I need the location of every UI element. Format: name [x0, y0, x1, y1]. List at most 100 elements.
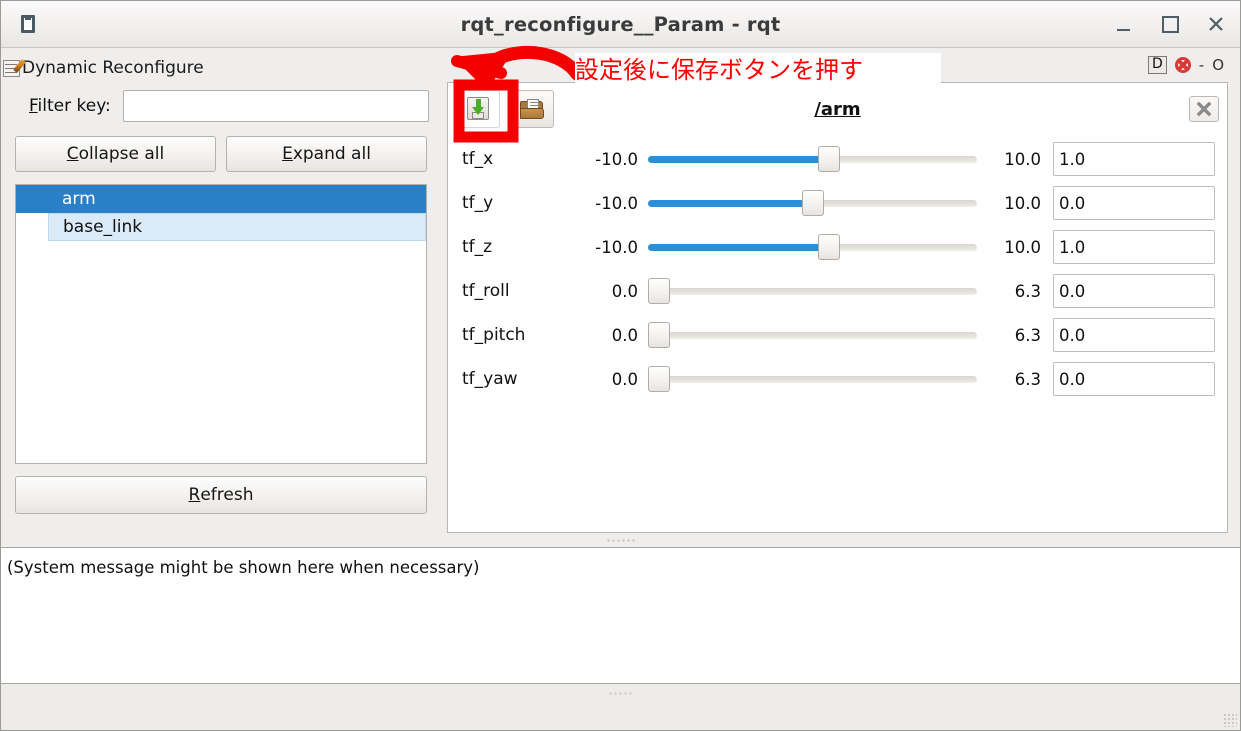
title-bar: rqt_reconfigure__Param - rqt	[1, 1, 1240, 48]
parameter-row: tf_roll 0.0 6.3	[462, 269, 1215, 313]
filter-row: Filter key:	[1, 82, 441, 122]
parameter-max: 10.0	[1004, 193, 1041, 213]
namespace-title: /arm	[448, 99, 1227, 120]
pencil-edit-icon	[3, 59, 20, 77]
header-extra: O	[1212, 56, 1224, 74]
parameter-name: tf_y	[462, 193, 494, 213]
header-dash: -	[1198, 56, 1205, 74]
slider-fill	[648, 156, 829, 163]
close-button[interactable]	[1206, 13, 1226, 35]
dock-row: Dynamic Reconfigure Filter key: Collapse…	[1, 48, 1240, 533]
parameter-slider[interactable]	[648, 278, 977, 304]
window-controls	[1114, 13, 1226, 35]
parameter-min: -10.0	[595, 149, 638, 169]
parameter-slider[interactable]	[648, 322, 977, 348]
slider-groove	[648, 376, 977, 383]
parameter-name: tf_z	[462, 237, 493, 257]
collapse-all-label: ollapse all	[78, 144, 165, 164]
expand-all-label: xpand all	[292, 144, 371, 164]
lifebuoy-help-icon[interactable]	[1174, 57, 1191, 73]
open-folder-icon	[520, 99, 544, 119]
parameter-panel: /arm tf_x -10.0 10.0 1.0 tf_y -10.0 10.0…	[447, 82, 1228, 533]
parameter-node-tree[interactable]: arm base_link	[15, 184, 427, 464]
collapse-mnemonic: C	[66, 144, 79, 164]
expand-all-button[interactable]: Expand all	[226, 136, 427, 172]
namespace-label: /arm	[814, 98, 861, 120]
slider-fill	[648, 244, 829, 251]
parameter-max: 10.0	[1004, 149, 1041, 169]
expand-mnemonic: E	[282, 144, 293, 164]
parameter-slider[interactable]	[648, 234, 977, 260]
minimize-button[interactable]	[1114, 13, 1134, 35]
parameter-max: 6.3	[1014, 281, 1041, 301]
parameter-row: tf_z -10.0 10.0	[462, 225, 1215, 269]
tree-item-label: base_link	[63, 217, 143, 237]
collapse-all-button[interactable]: Collapse all	[15, 136, 216, 172]
slider-handle[interactable]	[801, 190, 824, 216]
save-floppy-disk-icon	[466, 97, 490, 121]
slider-groove	[648, 288, 977, 295]
parameter-value-input[interactable]	[1053, 230, 1215, 264]
system-message-text: (System message might be shown here when…	[7, 558, 480, 577]
slider-handle[interactable]	[817, 146, 840, 172]
refresh-label: efresh	[200, 485, 254, 505]
parameter-value-input[interactable]	[1053, 318, 1215, 352]
tree-item-base-link[interactable]: base_link	[48, 213, 426, 241]
parameter-value-input[interactable]	[1053, 142, 1215, 176]
parameter-toolbar: /arm	[448, 83, 1227, 131]
window-title: rqt_reconfigure__Param - rqt	[460, 12, 781, 36]
filter-key-input[interactable]	[122, 90, 429, 122]
refresh-mnemonic: R	[188, 485, 201, 505]
parameter-slider[interactable]	[648, 146, 977, 172]
parameter-min: 0.0	[611, 281, 638, 301]
slider-handle[interactable]	[648, 322, 670, 348]
dock-title-label: Dynamic Reconfigure	[22, 58, 204, 78]
parameter-name: tf_roll	[462, 281, 510, 301]
parameter-row: tf_yaw 0.0 6.3	[462, 357, 1215, 401]
parameter-value-input[interactable]	[1053, 186, 1215, 220]
tree-item-label: arm	[62, 189, 96, 209]
parameter-slider[interactable]	[648, 190, 977, 216]
tree-item-arm[interactable]: arm	[16, 185, 426, 213]
parameter-name: tf_x	[462, 149, 494, 169]
parameter-name: tf_yaw	[462, 369, 518, 389]
dock-title-bar: Dynamic Reconfigure	[1, 48, 441, 82]
parameter-min: -10.0	[595, 193, 638, 213]
slider-handle[interactable]	[648, 366, 670, 392]
close-icon	[1209, 17, 1223, 31]
slider-handle[interactable]	[817, 234, 840, 260]
dock-float-icon[interactable]: D	[1147, 56, 1167, 74]
save-config-button[interactable]	[456, 90, 500, 128]
refresh-row: Refresh	[1, 464, 441, 514]
parameter-row: tf_x -10.0 10.0	[462, 137, 1215, 181]
parameter-value-input[interactable]	[1053, 274, 1215, 308]
slider-fill	[648, 200, 813, 207]
parameter-name: tf_pitch	[462, 325, 526, 345]
slider-groove	[648, 332, 977, 339]
filter-mnemonic: F	[29, 96, 38, 116]
open-config-button[interactable]	[510, 90, 554, 128]
window-body: Dynamic Reconfigure Filter key: Collapse…	[1, 48, 1240, 730]
parameter-max: 10.0	[1004, 237, 1041, 257]
slider-handle[interactable]	[648, 278, 670, 304]
application-window: rqt_reconfigure__Param - rqt Dynamic Rec…	[0, 0, 1241, 731]
annotation-text: 設定後に保存ボタンを押す	[575, 53, 941, 87]
dynamic-reconfigure-dock: Dynamic Reconfigure Filter key: Collapse…	[1, 48, 441, 533]
horizontal-splitter[interactable]	[1, 533, 1240, 547]
parameter-min: 0.0	[611, 325, 638, 345]
tree-control-buttons: Collapse all Expand all	[1, 122, 441, 172]
filter-key-label: Filter key:	[29, 96, 111, 116]
parameter-value-input[interactable]	[1053, 362, 1215, 396]
resize-grip[interactable]	[1223, 713, 1237, 727]
parameter-slider[interactable]	[648, 366, 977, 392]
parameter-max: 6.3	[1014, 325, 1041, 345]
close-x-icon	[1196, 101, 1212, 117]
system-message-console: (System message might be shown here when…	[1, 547, 1240, 684]
status-splitter-grip[interactable]	[607, 692, 634, 695]
close-namespace-button[interactable]	[1189, 96, 1219, 122]
maximize-button[interactable]	[1160, 13, 1180, 35]
parameter-editor-dock: D - O /arm tf_x -10.0 10.0 1.0 tf_y -10.…	[441, 48, 1240, 533]
parameter-max: 6.3	[1014, 369, 1041, 389]
refresh-button[interactable]: Refresh	[15, 476, 427, 514]
parameter-list: tf_x -10.0 10.0 tf_y	[448, 131, 1227, 401]
